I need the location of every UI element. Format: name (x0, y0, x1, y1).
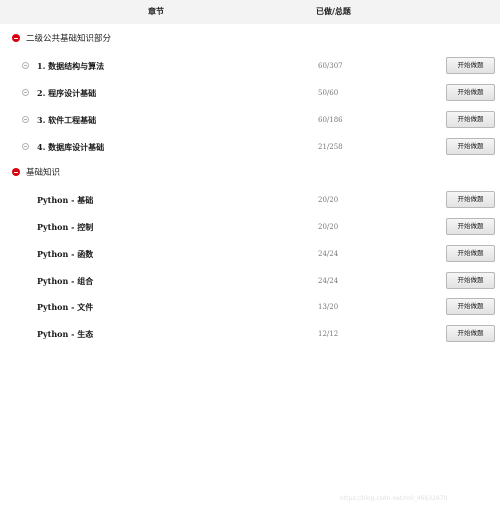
chapter-row: Python - 基础 20/20 开始做题 (0, 191, 500, 209)
chapter-row: Python - 函数 24/24 开始做题 (0, 245, 500, 263)
chapter-label: Python - 控制 (37, 222, 94, 232)
chapter-label: Python - 组合 (37, 276, 94, 286)
start-quiz-button[interactable]: 开始做题 (446, 84, 495, 101)
chapter-label: Python - 文件 (37, 302, 94, 312)
chapter-progress: 24/24 (318, 250, 339, 258)
chapter-label: Python - 生态 (37, 329, 94, 339)
chapter-label: Python - 基础 (37, 195, 94, 205)
start-quiz-button[interactable]: 开始做题 (446, 325, 495, 342)
watermark: https://blog.csdn.net/m0_46632970 (340, 495, 448, 502)
section-title: 基础知识 (26, 168, 61, 178)
chapter-progress: 60/307 (318, 62, 343, 70)
circle-minus-icon (22, 89, 29, 96)
chapter-progress: 60/186 (318, 116, 343, 124)
collapse-minus-icon[interactable] (12, 168, 20, 176)
start-quiz-button[interactable]: 开始做题 (446, 298, 495, 315)
start-quiz-button[interactable]: 开始做题 (446, 245, 495, 262)
chapter-row: Python - 组合 24/24 开始做题 (0, 272, 500, 290)
column-header-progress: 已做/总题 (316, 7, 351, 16)
start-quiz-button[interactable]: 开始做题 (446, 272, 495, 289)
chapter-row: 1. 数据结构与算法 60/307 开始做题 (0, 57, 500, 75)
start-quiz-button[interactable]: 开始做题 (446, 111, 495, 128)
section-public-basics[interactable]: 二级公共基础知识部分 (12, 31, 111, 45)
section-title: 二级公共基础知识部分 (26, 34, 112, 44)
chapter-row: Python - 文件 13/20 开始做题 (0, 298, 500, 316)
chapter-label: Python - 函数 (37, 249, 94, 259)
chapter-label: 4. 数据库设计基础 (37, 142, 105, 152)
circle-minus-icon (22, 116, 29, 123)
chapter-progress: 20/20 (318, 196, 339, 204)
circle-minus-icon (22, 143, 29, 150)
chapter-label: 2. 程序设计基础 (37, 88, 97, 98)
chapter-progress: 21/258 (318, 143, 343, 151)
start-quiz-button[interactable]: 开始做题 (446, 138, 495, 155)
chapter-progress: 12/12 (318, 330, 339, 338)
chapter-label: 1. 数据结构与算法 (37, 61, 105, 71)
chapter-label: 3. 软件工程基础 (37, 115, 97, 125)
start-quiz-button[interactable]: 开始做题 (446, 57, 495, 74)
column-header-chapter: 章节 (148, 7, 164, 16)
chapter-row: Python - 生态 12/12 开始做题 (0, 325, 500, 343)
chapter-progress: 13/20 (318, 303, 339, 311)
chapter-row: Python - 控制 20/20 开始做题 (0, 218, 500, 236)
chapter-progress: 50/60 (318, 89, 339, 97)
circle-minus-icon (22, 62, 29, 69)
chapter-progress: 20/20 (318, 223, 339, 231)
start-quiz-button[interactable]: 开始做题 (446, 191, 495, 208)
section-basic-knowledge[interactable]: 基础知识 (12, 165, 60, 179)
chapter-progress: 24/24 (318, 277, 339, 285)
chapter-row: 2. 程序设计基础 50/60 开始做题 (0, 84, 500, 102)
start-quiz-button[interactable]: 开始做题 (446, 218, 495, 235)
collapse-minus-icon[interactable] (12, 34, 20, 42)
chapter-row: 4. 数据库设计基础 21/258 开始做题 (0, 138, 500, 156)
table-header: 章节 已做/总题 (0, 0, 500, 24)
chapter-row: 3. 软件工程基础 60/186 开始做题 (0, 111, 500, 129)
